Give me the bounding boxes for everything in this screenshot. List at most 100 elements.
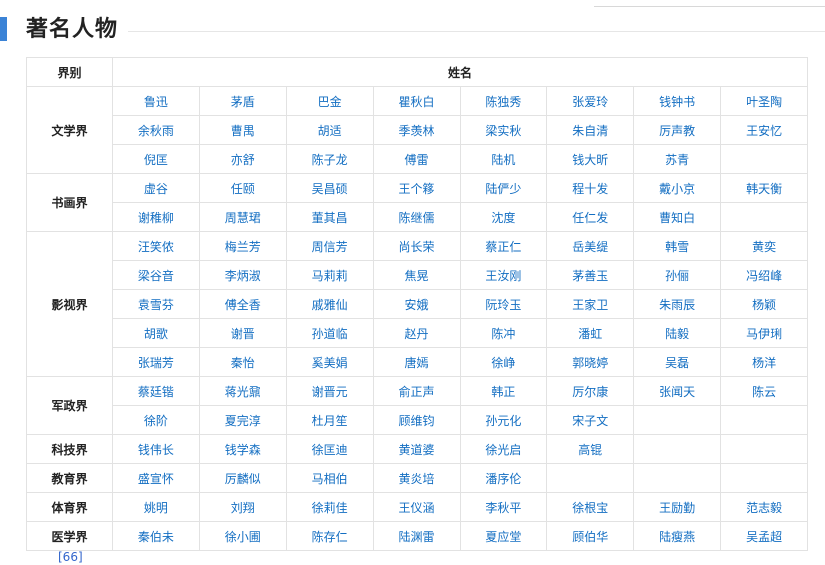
person-name-link[interactable]: 任仁发 (546, 202, 635, 232)
person-name-link[interactable]: 厉声教 (633, 115, 722, 145)
person-name-link[interactable]: 余秋雨 (112, 115, 200, 145)
person-name-link[interactable]: 杨洋 (720, 347, 809, 377)
person-name-link[interactable]: 顾伯华 (546, 521, 635, 551)
person-name-link[interactable]: 焦晃 (372, 260, 461, 290)
person-name-link[interactable]: 厉麟似 (198, 463, 287, 493)
person-name-link[interactable]: 曹禺 (198, 115, 287, 145)
person-name-link[interactable]: 王励勤 (633, 492, 722, 522)
person-name-link[interactable]: 冯绍峰 (720, 260, 809, 290)
person-name-link[interactable]: 朱自清 (546, 115, 635, 145)
person-name-link[interactable]: 胡歌 (112, 318, 200, 348)
person-name-link[interactable]: 马相伯 (285, 463, 374, 493)
person-name-link[interactable]: 尚长荣 (372, 231, 461, 261)
person-name-link[interactable]: 傅雷 (372, 144, 461, 174)
person-name-link[interactable]: 陆毅 (633, 318, 722, 348)
person-name-link[interactable]: 范志毅 (720, 492, 809, 522)
person-name-link[interactable]: 程十发 (546, 173, 635, 203)
person-name-link[interactable]: 张闻天 (633, 376, 722, 406)
person-name-link[interactable]: 梅兰芳 (198, 231, 287, 261)
person-name-link[interactable]: 沈度 (459, 202, 548, 232)
person-name-link[interactable]: 陈存仁 (285, 521, 374, 551)
person-name-link[interactable]: 汪笑侬 (112, 231, 200, 261)
person-name-link[interactable]: 姚明 (112, 492, 200, 522)
person-name-link[interactable]: 王汝刚 (459, 260, 548, 290)
person-name-link[interactable]: 孙元化 (459, 405, 548, 435)
person-name-link[interactable]: 吴孟超 (720, 521, 809, 551)
person-name-link[interactable]: 虚谷 (112, 173, 200, 203)
person-name-link[interactable]: 刘翔 (198, 492, 287, 522)
person-name-link[interactable]: 徐莉佳 (285, 492, 374, 522)
person-name-link[interactable]: 陈云 (720, 376, 809, 406)
person-name-link[interactable]: 徐小圃 (198, 521, 287, 551)
person-name-link[interactable]: 徐光启 (459, 434, 548, 464)
person-name-link[interactable]: 苏青 (633, 144, 722, 174)
person-name-link[interactable]: 钱大昕 (546, 144, 635, 174)
person-name-link[interactable]: 马莉莉 (285, 260, 374, 290)
person-name-link[interactable]: 杨颖 (720, 289, 809, 319)
person-name-link[interactable]: 亦舒 (198, 144, 287, 174)
person-name-link[interactable]: 黄炎培 (372, 463, 461, 493)
person-name-link[interactable]: 陈独秀 (459, 86, 548, 116)
person-name-link[interactable]: 谢晋元 (285, 376, 374, 406)
person-name-link[interactable]: 陆俨少 (459, 173, 548, 203)
person-name-link[interactable]: 盛宣怀 (112, 463, 200, 493)
person-name-link[interactable]: 孙道临 (285, 318, 374, 348)
person-name-link[interactable]: 张瑞芳 (112, 347, 200, 377)
person-name-link[interactable]: 奚美娟 (285, 347, 374, 377)
person-name-link[interactable]: 秦伯未 (112, 521, 200, 551)
person-name-link[interactable]: 黄道婆 (372, 434, 461, 464)
person-name-link[interactable]: 高锟 (546, 434, 635, 464)
person-name-link[interactable]: 胡适 (285, 115, 374, 145)
person-name-link[interactable]: 王安忆 (720, 115, 809, 145)
person-name-link[interactable]: 钱钟书 (633, 86, 722, 116)
person-name-link[interactable]: 黄奕 (720, 231, 809, 261)
person-name-link[interactable]: 蔡廷锴 (112, 376, 200, 406)
person-name-link[interactable]: 傅全香 (198, 289, 287, 319)
person-name-link[interactable]: 李炳淑 (198, 260, 287, 290)
person-name-link[interactable]: 韩雪 (633, 231, 722, 261)
person-name-link[interactable]: 叶圣陶 (720, 86, 809, 116)
person-name-link[interactable]: 徐阶 (112, 405, 200, 435)
person-name-link[interactable]: 唐嫣 (372, 347, 461, 377)
person-name-link[interactable]: 曹知白 (633, 202, 722, 232)
person-name-link[interactable]: 任颐 (198, 173, 287, 203)
person-name-link[interactable]: 张爱玲 (546, 86, 635, 116)
person-name-link[interactable]: 戴小京 (633, 173, 722, 203)
person-name-link[interactable]: 夏应堂 (459, 521, 548, 551)
person-name-link[interactable]: 吴昌硕 (285, 173, 374, 203)
person-name-link[interactable]: 李秋平 (459, 492, 548, 522)
person-name-link[interactable]: 巴金 (285, 86, 374, 116)
person-name-link[interactable]: 陆机 (459, 144, 548, 174)
citation-link[interactable]: [66] (58, 550, 83, 564)
person-name-link[interactable]: 谢稚柳 (112, 202, 200, 232)
person-name-link[interactable]: 倪匡 (112, 144, 200, 174)
person-name-link[interactable]: 岳美缇 (546, 231, 635, 261)
person-name-link[interactable]: 季羡林 (372, 115, 461, 145)
person-name-link[interactable]: 瞿秋白 (372, 86, 461, 116)
person-name-link[interactable]: 阮玲玉 (459, 289, 548, 319)
person-name-link[interactable]: 潘序伦 (459, 463, 548, 493)
person-name-link[interactable]: 陈子龙 (285, 144, 374, 174)
person-name-link[interactable]: 秦怡 (198, 347, 287, 377)
person-name-link[interactable]: 陆瘦燕 (633, 521, 722, 551)
person-name-link[interactable]: 鲁迅 (112, 86, 200, 116)
person-name-link[interactable]: 陈冲 (459, 318, 548, 348)
person-name-link[interactable]: 周信芳 (285, 231, 374, 261)
person-name-link[interactable]: 宋子文 (546, 405, 635, 435)
person-name-link[interactable]: 朱雨辰 (633, 289, 722, 319)
person-name-link[interactable]: 厉尔康 (546, 376, 635, 406)
person-name-link[interactable]: 梁谷音 (112, 260, 200, 290)
person-name-link[interactable]: 谢晋 (198, 318, 287, 348)
person-name-link[interactable]: 茅善玉 (546, 260, 635, 290)
person-name-link[interactable]: 顾维钧 (372, 405, 461, 435)
person-name-link[interactable]: 马伊琍 (720, 318, 809, 348)
person-name-link[interactable]: 戚雅仙 (285, 289, 374, 319)
person-name-link[interactable]: 梁实秋 (459, 115, 548, 145)
person-name-link[interactable]: 王个簃 (372, 173, 461, 203)
person-name-link[interactable]: 俞正声 (372, 376, 461, 406)
person-name-link[interactable]: 周慧珺 (198, 202, 287, 232)
person-name-link[interactable]: 杜月笙 (285, 405, 374, 435)
person-name-link[interactable]: 徐匡迪 (285, 434, 374, 464)
person-name-link[interactable]: 吴磊 (633, 347, 722, 377)
person-name-link[interactable]: 潘虹 (546, 318, 635, 348)
